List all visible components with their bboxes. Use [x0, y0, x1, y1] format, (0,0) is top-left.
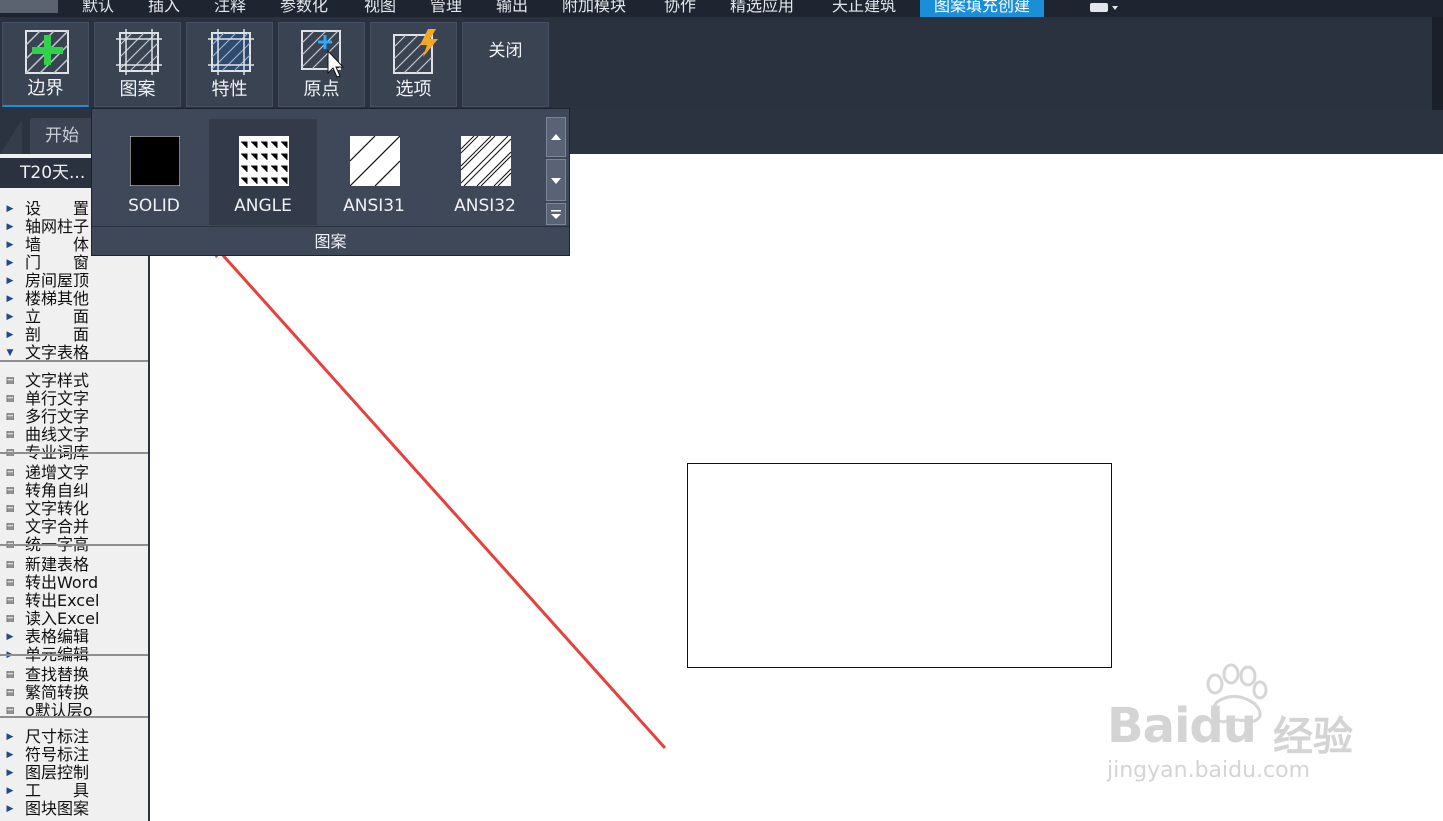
expand-more-icon — [551, 210, 561, 219]
pattern-ansi31-label: ANSI31 — [343, 196, 405, 216]
gallery-expand-button[interactable] — [546, 203, 566, 225]
pattern-ansi32[interactable]: ANSI32 — [431, 119, 539, 225]
pattern-ansi32-label: ANSI32 — [454, 196, 516, 216]
gallery-scroll-up-button[interactable] — [546, 117, 566, 157]
solid-pattern-icon — [130, 136, 180, 186]
pattern-angle[interactable]: ANGLE — [209, 119, 317, 225]
triangle-down-icon — [551, 178, 561, 184]
triangle-up-icon — [551, 134, 561, 140]
angle-pattern-icon — [239, 136, 289, 186]
pattern-solid-label: SOLID — [128, 196, 180, 216]
pattern-ansi31[interactable]: ANSI31 — [320, 119, 428, 225]
pattern-angle-label: ANGLE — [234, 196, 292, 216]
pattern-gallery-dropdown: SOLID ANGLE ANSI31 ANSI32 图案 — [91, 108, 570, 256]
gallery-scroll-down-button[interactable] — [546, 159, 566, 201]
ansi31-pattern-icon — [350, 136, 400, 186]
pattern-solid[interactable]: SOLID — [100, 119, 208, 225]
pattern-group-title: 图案 — [92, 226, 569, 256]
ansi32-pattern-icon — [461, 136, 511, 186]
